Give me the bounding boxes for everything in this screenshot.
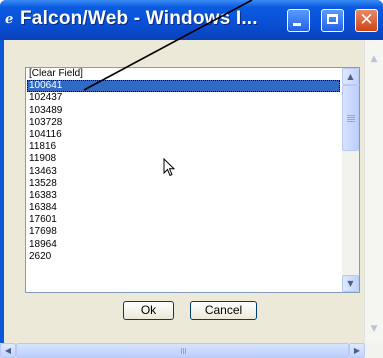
scroll-up-button[interactable]: ▲ <box>342 68 359 85</box>
list-item[interactable]: 104116 <box>27 129 340 141</box>
list-item[interactable]: 13528 <box>27 178 340 190</box>
list-item[interactable]: 17698 <box>27 226 340 238</box>
minimize-icon <box>293 23 301 26</box>
list-item[interactable]: 13463 <box>27 166 340 178</box>
background-window-edge: ▲ ▼ <box>364 40 383 343</box>
window-title: Falcon/Web - Windows I... <box>20 8 258 29</box>
ok-button[interactable]: Ok <box>123 301 174 320</box>
arrow-left-icon: ◀ <box>4 346 12 355</box>
arrow-up-icon: ▲ <box>370 54 378 64</box>
grip-line <box>347 119 355 120</box>
arrow-down-icon: ▼ <box>370 324 378 334</box>
app-icon: ℯ <box>5 12 14 27</box>
list-items: [Clear Field] 100641 102437 103489 103728 104… <box>27 68 340 263</box>
list-item-selected[interactable]: 100641 <box>27 80 340 93</box>
mouse-pointer-icon <box>163 158 176 177</box>
close-icon: ✕ <box>359 10 374 30</box>
list-item[interactable]: 18964 <box>27 239 340 251</box>
arrow-up-icon: ▲ <box>347 72 354 81</box>
list-item[interactable]: [Clear Field] <box>27 68 340 80</box>
grip-line <box>347 121 355 122</box>
maximize-icon <box>327 14 338 24</box>
list-item[interactable]: 103489 <box>27 105 340 117</box>
background-horizontal-scrollbar[interactable]: ◀ ▶ <box>0 343 383 358</box>
grip-line <box>347 117 355 118</box>
scroll-right-button[interactable]: ▶ <box>349 343 365 358</box>
maximize-button[interactable] <box>321 9 344 32</box>
cancel-button[interactable]: Cancel <box>190 301 257 320</box>
arrow-down-icon: ▼ <box>347 279 354 288</box>
grip-line <box>347 115 355 116</box>
scroll-down-button[interactable]: ▼ <box>342 275 359 292</box>
list-item[interactable]: 11816 <box>27 141 340 153</box>
scroll-left-button[interactable]: ◀ <box>0 343 16 358</box>
list-item[interactable]: 17601 <box>27 214 340 226</box>
grip-line <box>181 348 182 354</box>
scroll-thumb[interactable] <box>342 85 359 151</box>
arrow-right-icon: ▶ <box>353 346 361 355</box>
list-item[interactable]: 103728 <box>27 117 340 129</box>
grip-line <box>183 348 184 354</box>
list-item[interactable]: 102437 <box>27 92 340 104</box>
close-button[interactable]: ✕ <box>355 9 378 32</box>
dialog-client-area: [Clear Field] 100641 102437 103489 103728 104… <box>4 40 379 358</box>
value-listbox[interactable]: [Clear Field] 100641 102437 103489 103728 104… <box>25 67 360 293</box>
list-vertical-scrollbar[interactable]: ▲ ▼ <box>342 68 359 292</box>
list-item[interactable]: 16384 <box>27 202 340 214</box>
list-item[interactable]: 2620 <box>27 251 340 263</box>
title-bar[interactable]: ℯ Falcon/Web - Windows I... ✕ <box>0 0 383 40</box>
list-item[interactable]: 16383 <box>27 190 340 202</box>
list-item[interactable]: 11908 <box>27 153 340 165</box>
minimize-button[interactable] <box>287 9 310 32</box>
grip-line <box>185 348 186 354</box>
dialog-window: ℯ Falcon/Web - Windows I... ✕ [Clear Fie… <box>0 0 383 358</box>
horizontal-scroll-thumb[interactable] <box>16 343 349 358</box>
